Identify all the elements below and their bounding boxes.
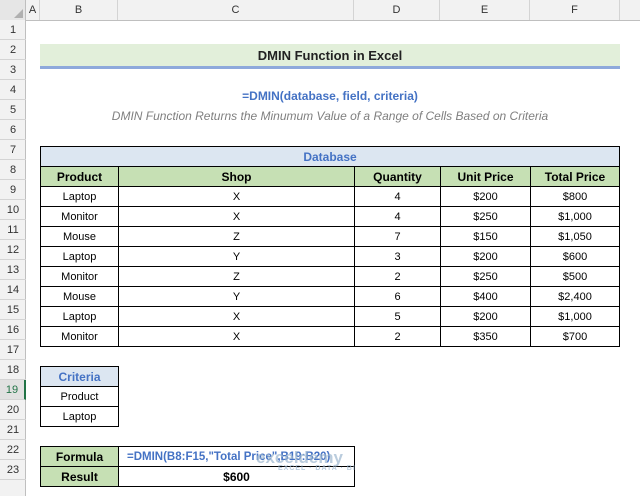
- table-cell[interactable]: Z: [118, 226, 355, 247]
- table-cell[interactable]: Z: [118, 266, 355, 287]
- row-header[interactable]: 2: [0, 40, 26, 60]
- table-cell[interactable]: X: [118, 206, 355, 227]
- row-header[interactable]: 9: [0, 180, 26, 200]
- criteria-value[interactable]: Laptop: [40, 406, 119, 427]
- table-cell[interactable]: Monitor: [40, 326, 119, 347]
- header-quantity[interactable]: Quantity: [354, 166, 441, 187]
- criteria-field[interactable]: Product: [40, 386, 119, 407]
- table-cell[interactable]: $250: [440, 266, 531, 287]
- table-cell[interactable]: Laptop: [40, 246, 119, 267]
- table-cell[interactable]: $200: [440, 186, 531, 207]
- table-cell[interactable]: 3: [354, 246, 441, 267]
- row-header[interactable]: 16: [0, 320, 26, 340]
- description-text[interactable]: DMIN Function Returns the Minumum Value …: [40, 106, 620, 126]
- row-header[interactable]: 6: [0, 120, 26, 140]
- row-header[interactable]: 11: [0, 220, 26, 240]
- table-cell[interactable]: $2,400: [530, 286, 620, 307]
- row-header[interactable]: 18: [0, 360, 26, 380]
- table-cell[interactable]: $250: [440, 206, 531, 227]
- row-header-selected[interactable]: 19: [0, 380, 26, 400]
- table-cell[interactable]: X: [118, 306, 355, 327]
- table-cell[interactable]: X: [118, 326, 355, 347]
- criteria-header[interactable]: Criteria: [40, 366, 119, 387]
- column-header-c[interactable]: C: [118, 0, 354, 20]
- select-all-button[interactable]: [0, 0, 26, 20]
- table-cell[interactable]: $800: [530, 186, 620, 207]
- formula-label[interactable]: Formula: [40, 446, 119, 467]
- syntax-text[interactable]: =DMIN(database, field, criteria): [40, 86, 620, 106]
- row-header[interactable]: 13: [0, 260, 26, 280]
- column-header-f[interactable]: F: [530, 0, 620, 20]
- column-header-e[interactable]: E: [440, 0, 530, 20]
- column-header-a[interactable]: A: [26, 0, 40, 20]
- table-cell[interactable]: 4: [354, 206, 441, 227]
- table-cell[interactable]: 5: [354, 306, 441, 327]
- table-cell[interactable]: 6: [354, 286, 441, 307]
- row-header[interactable]: 15: [0, 300, 26, 320]
- header-unit-price[interactable]: Unit Price: [440, 166, 531, 187]
- table-cell[interactable]: Monitor: [40, 206, 119, 227]
- row-header[interactable]: 14: [0, 280, 26, 300]
- table-cell[interactable]: 7: [354, 226, 441, 247]
- table-cell[interactable]: $350: [440, 326, 531, 347]
- column-header-b[interactable]: B: [40, 0, 118, 20]
- table-cell[interactable]: Monitor: [40, 266, 119, 287]
- table-cell[interactable]: Y: [118, 286, 355, 307]
- row-header[interactable]: 7: [0, 140, 26, 160]
- row-header[interactable]: 5: [0, 100, 26, 120]
- row-header[interactable]: 17: [0, 340, 26, 360]
- row-header[interactable]: 23: [0, 460, 26, 480]
- row-header[interactable]: 1: [0, 20, 26, 40]
- table-cell[interactable]: $600: [530, 246, 620, 267]
- table-cell[interactable]: Y: [118, 246, 355, 267]
- header-product[interactable]: Product: [40, 166, 119, 187]
- table-cell[interactable]: 4: [354, 186, 441, 207]
- row-header[interactable]: 10: [0, 200, 26, 220]
- row-header[interactable]: 3: [0, 60, 26, 80]
- header-total-price[interactable]: Total Price: [530, 166, 620, 187]
- table-cell[interactable]: X: [118, 186, 355, 207]
- row-header[interactable]: 21: [0, 420, 26, 440]
- table-cell[interactable]: $150: [440, 226, 531, 247]
- table-cell[interactable]: Mouse: [40, 226, 119, 247]
- header-shop[interactable]: Shop: [118, 166, 355, 187]
- table-cell[interactable]: Laptop: [40, 186, 119, 207]
- row-header[interactable]: 12: [0, 240, 26, 260]
- row-header[interactable]: 22: [0, 440, 26, 460]
- table-cell[interactable]: $700: [530, 326, 620, 347]
- sheet-title[interactable]: DMIN Function in Excel: [40, 44, 620, 69]
- result-cell[interactable]: $600: [118, 466, 355, 487]
- formula-cell[interactable]: =DMIN(B8:F15,"Total Price",B19:B20): [118, 446, 355, 467]
- table-cell[interactable]: 2: [354, 266, 441, 287]
- table-cell[interactable]: Laptop: [40, 306, 119, 327]
- table-cell[interactable]: $1,000: [530, 306, 620, 327]
- table-cell[interactable]: $1,000: [530, 206, 620, 227]
- column-header-d[interactable]: D: [354, 0, 440, 20]
- table-cell[interactable]: Mouse: [40, 286, 119, 307]
- row-header[interactable]: 20: [0, 400, 26, 420]
- row-header[interactable]: 8: [0, 160, 26, 180]
- row-header-bar: 1 2 3 4 5 6 7 8 9 10 11 12 13 14 15 16 1…: [0, 20, 26, 496]
- table-cell[interactable]: 2: [354, 326, 441, 347]
- database-caption[interactable]: Database: [40, 146, 620, 167]
- table-cell[interactable]: $200: [440, 306, 531, 327]
- result-label[interactable]: Result: [40, 466, 119, 487]
- table-cell[interactable]: $400: [440, 286, 531, 307]
- column-header-bar: A B C D E F: [0, 0, 640, 21]
- table-cell[interactable]: $500: [530, 266, 620, 287]
- table-cell[interactable]: $200: [440, 246, 531, 267]
- row-header[interactable]: 4: [0, 80, 26, 100]
- table-cell[interactable]: $1,050: [530, 226, 620, 247]
